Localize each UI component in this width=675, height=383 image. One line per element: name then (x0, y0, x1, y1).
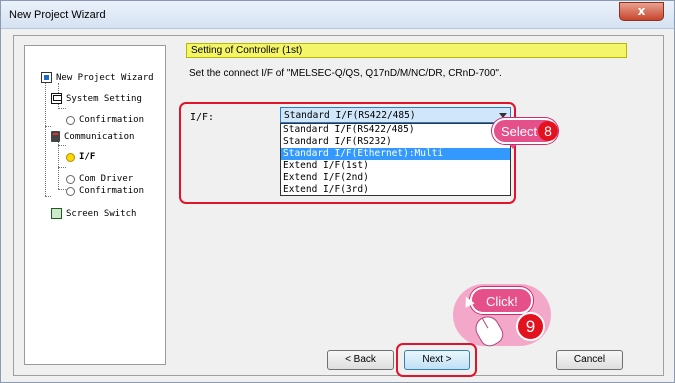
tree-item-confirmation-system[interactable]: Confirmation (66, 115, 144, 126)
tree-item-confirmation-communication[interactable]: Confirmation (66, 186, 144, 197)
tree-connector (58, 134, 59, 189)
tree-item-label: I/F (79, 152, 96, 162)
tree-item-label: Confirmation (79, 115, 145, 125)
wizard-navigation-tree: New Project Wizard System Setting Confir… (24, 45, 166, 365)
tree-connector (58, 189, 66, 190)
tree-item-label: Screen Switch (66, 208, 137, 219)
tree-connector (45, 126, 51, 127)
title-bar: New Project Wizard x (1, 1, 674, 29)
tree-item-label: Confirmation (79, 186, 145, 196)
tree-item-screen-switch[interactable]: Screen Switch (51, 208, 136, 219)
tree-connector (45, 196, 51, 197)
tree-item-label: System Setting (66, 93, 142, 104)
tree-item-communication[interactable]: Communication (51, 131, 134, 142)
bulb-icon (66, 115, 75, 125)
tree-item-label: New Project Wizard (56, 72, 154, 83)
click-callout-text: Click! (486, 294, 518, 309)
instruction-text: Set the connect I/F of "MELSEC-Q/QS, Q17… (189, 68, 502, 79)
wizard-icon (41, 72, 52, 83)
tree-item-com-driver[interactable]: Com Driver (66, 174, 133, 185)
bulb-icon (66, 186, 75, 196)
next-highlight-frame (396, 343, 477, 377)
select-callout-text: Select (501, 124, 538, 139)
step-number-badge: 8 (538, 121, 558, 141)
tree-item-interface[interactable]: I/F (66, 152, 95, 163)
tree-item-new-project-wizard[interactable]: New Project Wizard (41, 72, 154, 83)
screen-switch-icon (51, 208, 62, 219)
select-callout: Select 8 (492, 118, 558, 144)
step-number-badge: 9 (516, 312, 545, 341)
tree-connector (45, 74, 46, 196)
back-button[interactable]: < Back (327, 350, 394, 370)
section-title-bar: Setting of Controller (1st) (186, 43, 627, 58)
bulb-icon (66, 174, 75, 184)
bulb-icon-active (66, 152, 75, 162)
tree-item-label: Communication (64, 131, 135, 142)
tree-connector (58, 145, 66, 146)
click-callout: Click! (470, 287, 533, 314)
communication-icon (51, 131, 60, 142)
interface-highlight-frame (179, 102, 516, 204)
tree-connector (58, 108, 66, 109)
tree-item-system-setting[interactable]: System Setting (51, 93, 142, 104)
tree-item-label: Com Driver (79, 174, 134, 184)
system-setting-icon (51, 93, 62, 104)
window-title: New Project Wizard (9, 9, 106, 21)
cancel-button[interactable]: Cancel (556, 350, 623, 370)
close-button[interactable]: x (619, 2, 664, 21)
tree-connector (58, 167, 66, 168)
